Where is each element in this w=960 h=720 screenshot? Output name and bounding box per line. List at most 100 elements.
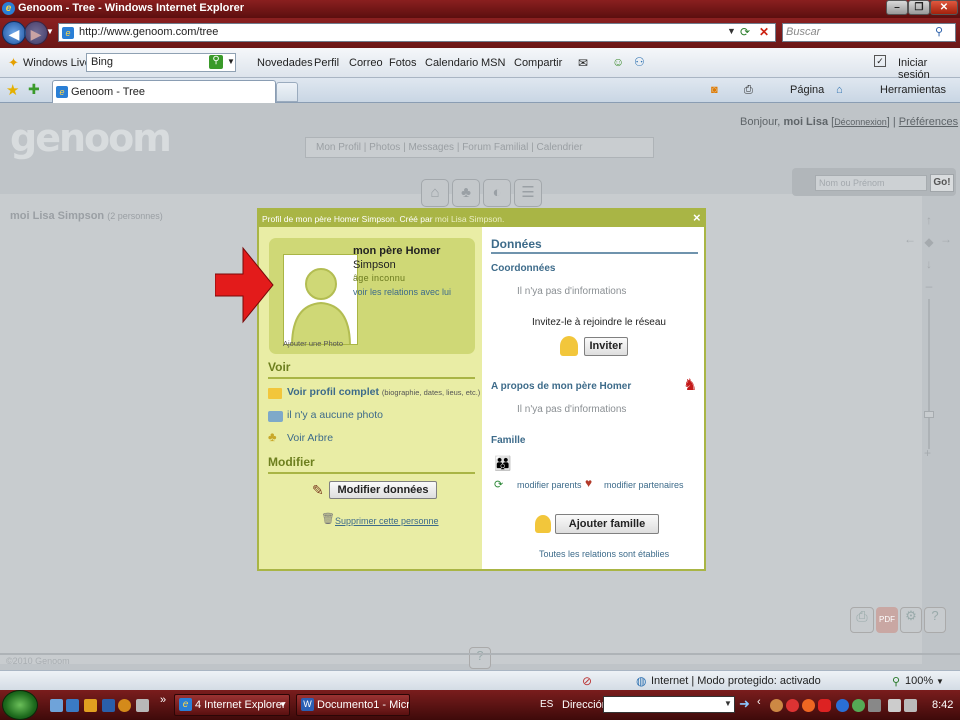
no-photo-link[interactable]: il n'y a aucune photo <box>287 409 383 421</box>
tools-menu[interactable]: Herramientas <box>880 84 946 96</box>
modifier-donnees-button[interactable]: Modifier données <box>329 481 437 499</box>
minimize-button[interactable]: – <box>886 0 908 15</box>
maximize-button[interactable]: ❐ <box>908 0 930 15</box>
help-icon[interactable]: ? <box>924 607 946 633</box>
pdf-export-icon[interactable]: PDF <box>876 607 898 633</box>
tray-icon-6[interactable] <box>852 699 865 712</box>
ql-media-icon[interactable] <box>118 699 131 712</box>
zoom-dropdown-icon[interactable]: ▼ <box>936 677 944 686</box>
modifier-partenaires-link[interactable]: modifier partenaires <box>604 480 684 490</box>
history-dropdown-icon[interactable]: ▼ <box>46 27 54 36</box>
ql-app-icon[interactable] <box>136 699 149 712</box>
tab-genoom-tree[interactable]: e Genoom - Tree <box>52 80 276 103</box>
mail-icon[interactable]: ✉ <box>578 56 588 70</box>
task-word-document[interactable]: W Documento1 - Micr... <box>296 694 410 716</box>
close-window-button[interactable]: ✕ <box>930 0 958 15</box>
language-indicator[interactable]: ES <box>540 699 553 710</box>
stop-icon[interactable]: ✕ <box>759 25 769 39</box>
address-field[interactable]: e http://www.genoom.com/tree ▼ ⟳ ✕ <box>58 23 776 42</box>
add-photo-link[interactable]: Ajouter une Photo <box>283 339 343 348</box>
pan-right-icon[interactable]: → <box>940 232 952 246</box>
link-calendario[interactable]: Calendario <box>425 57 478 69</box>
clock[interactable]: 8:42 <box>932 699 953 711</box>
tray-icon-1[interactable] <box>770 699 783 712</box>
nav-photos[interactable]: Photos <box>369 142 400 153</box>
zoom-in-icon[interactable]: + <box>924 446 931 460</box>
tray-icon-3[interactable] <box>802 699 815 712</box>
safety-icon[interactable]: ⌂ <box>836 84 843 96</box>
supprimer-link[interactable]: Supprimer cette personne <box>335 516 439 526</box>
task-ie-dropdown-icon[interactable]: ▼ <box>279 700 287 709</box>
zoom-level[interactable]: 100% <box>905 675 933 687</box>
voir-arbre-link[interactable]: Voir Arbre <box>287 432 333 444</box>
popup-blocker-icon[interactable]: ⊘ <box>582 674 592 688</box>
show-desktop-icon[interactable] <box>50 699 63 712</box>
circle-view-icon[interactable]: ◐ <box>483 179 511 207</box>
home-view-icon[interactable]: ⌂ <box>421 179 449 207</box>
bing-dropdown-icon[interactable]: ▼ <box>227 57 235 66</box>
tray-icon-2[interactable] <box>786 699 799 712</box>
bing-go-icon[interactable]: ⚲ <box>209 55 223 69</box>
browser-search-input[interactable]: Buscar ⚲ <box>782 23 956 42</box>
switch-windows-icon[interactable] <box>66 699 79 712</box>
taskbar-address-input[interactable]: ▼ <box>603 696 735 713</box>
zoom-slider-handle[interactable] <box>924 411 934 418</box>
add-favorite-icon[interactable]: ✚ <box>28 81 40 98</box>
tree-view-icon[interactable]: ♣ <box>452 179 480 207</box>
avatar[interactable] <box>283 254 358 345</box>
network-icon[interactable] <box>888 699 901 712</box>
page-menu[interactable]: Página <box>790 84 824 96</box>
link-compartir[interactable]: Compartir <box>514 57 562 69</box>
tray-expand-icon[interactable]: ‹ <box>757 696 761 708</box>
print-icon[interactable]: ⎙ <box>744 84 753 97</box>
preferences-link[interactable]: Préférences <box>899 116 958 128</box>
start-button[interactable] <box>2 690 38 720</box>
back-button[interactable]: ◀ <box>2 21 26 45</box>
contacts-icon[interactable]: ⚇ <box>634 55 645 69</box>
link-correo[interactable]: Correo <box>349 57 383 69</box>
new-tab-button[interactable] <box>276 82 298 102</box>
task-internet-explorer[interactable]: e 4 Internet Explorer ▼ <box>174 694 290 716</box>
ajouter-famille-button[interactable]: Ajouter famille <box>555 514 659 534</box>
link-msn[interactable]: MSN <box>481 57 505 69</box>
taskbar-address-dropdown-icon[interactable]: ▼ <box>724 699 732 708</box>
modifier-parents-link[interactable]: modifier parents <box>517 480 582 490</box>
favorites-star-icon[interactable]: ★ <box>6 81 19 99</box>
forward-button[interactable]: ▶ <box>24 21 48 45</box>
go-arrow-icon[interactable]: ➜ <box>739 696 750 712</box>
search-icon[interactable]: ⚲ <box>935 25 943 38</box>
print-tree-icon[interactable]: ⎙ <box>850 607 874 633</box>
tray-icon-7[interactable] <box>868 699 881 712</box>
list-view-icon[interactable]: ☰ <box>514 179 542 207</box>
feeds-icon[interactable]: ◙ <box>711 84 718 96</box>
modal-header-author[interactable]: moi Lisa Simpson. <box>435 214 504 224</box>
pan-left-icon[interactable]: ← <box>904 232 916 246</box>
windows-live-label[interactable]: Windows Live <box>23 57 91 69</box>
address-dropdown-icon[interactable]: ▼ <box>727 26 736 36</box>
ql-ie-icon[interactable] <box>102 699 115 712</box>
ql-more-icon[interactable]: » <box>160 694 166 706</box>
ql-folder-icon[interactable] <box>84 699 97 712</box>
nav-calendrier[interactable]: Calendrier <box>536 142 582 153</box>
logout-link[interactable]: Déconnexion <box>834 117 887 127</box>
person-search-input[interactable]: Nom ou Prénom <box>815 175 927 191</box>
nav-forum[interactable]: Forum Familial <box>462 142 528 153</box>
checkbox-icon[interactable]: ✓ <box>874 55 886 67</box>
settings-tree-icon[interactable]: ⚙ <box>900 607 922 633</box>
zoom-controls[interactable]: ↑ ◆ ↓ – <box>922 209 936 297</box>
link-fotos[interactable]: Fotos <box>389 57 417 69</box>
nav-mon-profil[interactable]: Mon Profil <box>316 142 361 153</box>
help-bottom-icon[interactable]: ? <box>469 647 491 669</box>
link-novedades[interactable]: Novedades <box>257 57 313 69</box>
inviter-button[interactable]: Inviter <box>584 337 628 356</box>
nav-messages[interactable]: Messages <box>408 142 454 153</box>
volume-icon[interactable] <box>904 699 917 712</box>
tray-icon-4[interactable] <box>818 699 831 712</box>
link-perfil[interactable]: Perfil <box>314 57 339 69</box>
bluetooth-icon[interactable] <box>836 699 849 712</box>
bing-search-input[interactable]: Bing ⚲ ▼ <box>86 53 236 72</box>
zoom-slider-track[interactable] <box>928 299 930 449</box>
zoom-icon[interactable]: ⚲ <box>892 675 900 688</box>
messenger-icon[interactable]: ☺ <box>612 55 624 69</box>
refresh-icon[interactable]: ⟳ <box>740 25 750 39</box>
